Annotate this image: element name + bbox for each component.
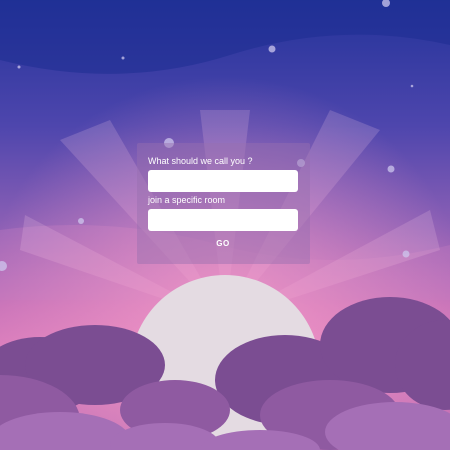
name-input[interactable] <box>148 170 298 192</box>
room-input[interactable] <box>148 209 298 231</box>
name-label: What should we call you ? <box>148 156 253 166</box>
login-card: What should we call you ? join a specifi… <box>137 143 310 264</box>
go-button[interactable]: GO <box>199 236 247 250</box>
room-label: join a specific room <box>148 195 226 205</box>
